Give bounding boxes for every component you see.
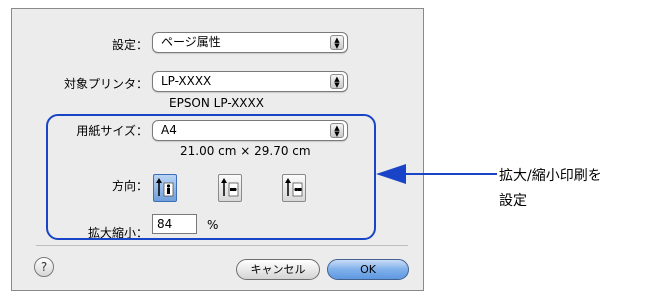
help-button[interactable]: ?	[34, 257, 54, 277]
callout-arrow-line	[405, 173, 497, 175]
settings-popup[interactable]: ページ属性 ▲ ▼	[152, 32, 348, 53]
ok-button[interactable]: OK	[327, 259, 409, 280]
callout-arrow-icon	[376, 164, 406, 184]
settings-label: 設定：	[111, 38, 148, 52]
callout-text-line2: 設定	[499, 193, 527, 209]
printer-popup[interactable]: LP-XXXX ▲ ▼	[152, 71, 348, 92]
popup-arrows-icon: ▲ ▼	[330, 74, 344, 89]
scale-settings-highlight	[46, 114, 376, 240]
cancel-button[interactable]: キャンセル	[236, 259, 320, 280]
settings-popup-value: ページ属性	[161, 35, 221, 49]
printer-label: 対象プリンタ：	[63, 77, 148, 91]
callout-text-line1: 拡大/縮小印刷を	[499, 168, 602, 184]
popup-arrows-icon: ▲ ▼	[330, 35, 344, 50]
dialog-separator	[36, 245, 408, 246]
printer-description: EPSON LP-XXXX	[169, 96, 264, 110]
printer-popup-value: LP-XXXX	[161, 74, 212, 88]
